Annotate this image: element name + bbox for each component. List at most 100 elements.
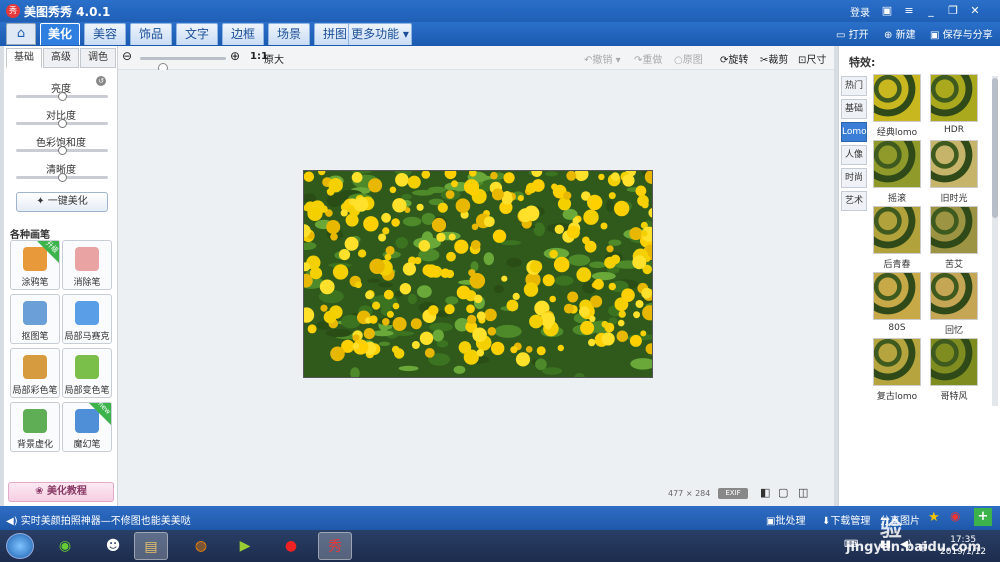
compare-icon[interactable]: ◧ xyxy=(760,486,770,499)
adjust-slider-handle[interactable] xyxy=(58,173,67,182)
adjust-slider-handle[interactable] xyxy=(58,92,67,101)
taskbar-qq-icon[interactable]: ☻ xyxy=(96,532,130,560)
brush-tool[interactable]: 局部变色笔 xyxy=(62,348,112,398)
brush-tool[interactable]: 抠图笔 xyxy=(10,294,60,344)
taskbar-app-360-icon[interactable]: ◉ xyxy=(48,532,82,560)
tab-frame[interactable]: 边框 xyxy=(222,23,264,45)
home-icon[interactable]: ⌂ xyxy=(6,23,36,45)
effect-item[interactable]: 80S xyxy=(873,272,921,336)
effect-item[interactable]: 经典lomo xyxy=(873,74,921,138)
tutorial-button[interactable]: ❀ 美化教程 xyxy=(8,482,114,502)
tab-text[interactable]: 文字 xyxy=(176,23,218,45)
original-button[interactable]: ○原图 xyxy=(674,51,703,66)
brush-tool[interactable]: 背景虚化 xyxy=(10,402,60,452)
fullscreen-icon[interactable]: ▢ xyxy=(778,486,788,499)
resize-label: 尺寸 xyxy=(806,55,827,66)
effect-item[interactable]: 哥特风 xyxy=(930,338,978,402)
skin-icon[interactable]: ▣ xyxy=(878,2,896,20)
effects-panel: 特效: 热门基础 Lomo 人像时尚艺术 经典lomo HDR 摇滚 旧时光 后青春 苦艾 80… xyxy=(838,46,1000,506)
promo-text: 实时美颜拍照神器—不修图也能美美哒 xyxy=(20,516,191,527)
split-view-icon[interactable]: ◫ xyxy=(798,486,808,499)
effect-category-tab[interactable]: 热门 xyxy=(841,76,867,96)
effect-item[interactable]: 回忆 xyxy=(930,272,978,336)
effect-label: 复古lomo xyxy=(876,392,918,402)
taskbar-recorder-icon[interactable]: ● xyxy=(274,532,308,560)
promo-message[interactable]: ◀) 实时美颜拍照神器—不修图也能美美哒 xyxy=(6,512,191,527)
zoom-in-icon[interactable]: ⊕ xyxy=(230,49,240,63)
watermark-site: jingyan.baidu.com xyxy=(846,540,982,555)
effect-thumbnail xyxy=(930,272,978,320)
paw-logo-icon: ✿ xyxy=(842,475,866,508)
effect-category-tab[interactable]: 艺术 xyxy=(841,191,867,211)
zoom-slider[interactable] xyxy=(140,57,226,73)
start-button[interactable] xyxy=(6,533,34,559)
effect-label: HDR xyxy=(944,125,964,135)
effect-label: 哥特风 xyxy=(940,392,968,402)
tab-basic[interactable]: 基础 xyxy=(6,48,42,68)
minimize-button[interactable]: _ xyxy=(922,2,940,20)
baidu-watermark: ✿ Baidu 经验 xyxy=(832,455,992,542)
tab-beauty[interactable]: 美容 xyxy=(84,23,126,45)
restore-button[interactable]: ❐ xyxy=(944,2,962,20)
effect-item[interactable]: 苦艾 xyxy=(930,206,978,270)
brush-tool[interactable]: 消除笔 xyxy=(62,240,112,290)
image-size: 477 × 284 xyxy=(668,489,710,498)
effect-item[interactable]: 后青春 xyxy=(873,206,921,270)
brush-tool[interactable]: 涂鸦笔 升级 xyxy=(10,239,60,290)
open-button[interactable]: ▭ 打开 xyxy=(836,26,869,41)
batch-button[interactable]: ▣批处理 xyxy=(766,512,805,527)
tab-more-label: 更多功能 xyxy=(351,27,400,41)
taskbar-video-icon[interactable]: ▶ xyxy=(228,532,262,560)
tab-color[interactable]: 调色 xyxy=(80,48,116,68)
effect-category-tab[interactable]: 时尚 xyxy=(841,168,867,188)
login-link[interactable]: 登录 xyxy=(850,4,870,19)
brush-tool[interactable]: 局部马赛克 xyxy=(62,294,112,344)
original-label: 原图 xyxy=(682,55,703,66)
canvas-toolbar: ⊖ ⊕ 1:1 原大 ↶撤销 ▾ ↷重做 ○原图 ⟳旋转 ✂裁剪 ⊡尺寸 xyxy=(118,46,834,73)
exif-badge[interactable]: EXIF xyxy=(718,488,748,499)
effect-item[interactable]: 旧时光 xyxy=(930,140,978,204)
crop-button[interactable]: ✂裁剪 xyxy=(760,51,788,66)
redo-button[interactable]: ↷重做 xyxy=(634,51,662,66)
tab-scene[interactable]: 场景 xyxy=(268,23,310,45)
effect-category-tab[interactable]: Lomo xyxy=(841,122,867,142)
effect-item[interactable]: 摇滚 xyxy=(873,140,921,204)
tab-advanced[interactable]: 高级 xyxy=(43,48,79,68)
adjust-slider-handle[interactable] xyxy=(58,119,67,128)
photo-canvas[interactable] xyxy=(303,170,653,378)
effect-item[interactable]: HDR xyxy=(930,74,978,138)
effect-category-tab[interactable]: 基础 xyxy=(841,99,867,119)
zoom-original-button[interactable]: 原大 xyxy=(264,51,284,66)
tab-beautify[interactable]: 美化 xyxy=(40,23,80,45)
chevron-down-icon: ▾ xyxy=(402,27,409,41)
effect-item[interactable]: 复古lomo xyxy=(873,338,921,402)
effects-title: 特效: xyxy=(849,56,876,69)
resize-button[interactable]: ⊡尺寸 xyxy=(798,51,826,66)
plus-icon: ⊕ xyxy=(884,30,893,41)
taskbar-firefox-icon[interactable]: ◍ xyxy=(184,532,218,560)
one-key-beautify-button[interactable]: ✦ 一键美化 xyxy=(16,192,108,212)
folder-icon: ▭ xyxy=(836,30,846,41)
brush-tool[interactable]: 局部彩色笔 xyxy=(10,348,60,398)
taskbar-explorer-icon[interactable]: ▤ xyxy=(134,532,168,560)
save-share-button[interactable]: ▣ 保存与分享 xyxy=(930,26,993,41)
menu-icon[interactable]: ≡ xyxy=(900,2,918,20)
image-height: 284 xyxy=(695,489,711,498)
taskbar-meitu-icon[interactable]: 秀 xyxy=(318,532,352,560)
adjust-slider-handle[interactable] xyxy=(58,146,67,155)
window-title: 美图秀秀 4.0.1 xyxy=(24,5,111,19)
zoom-out-icon[interactable]: ⊖ xyxy=(122,49,132,63)
effects-scroll-thumb[interactable] xyxy=(992,78,998,218)
tab-accessories[interactable]: 饰品 xyxy=(130,23,172,45)
undo-button[interactable]: ↶撤销 ▾ xyxy=(584,51,621,66)
brush-label: 局部变色笔 xyxy=(64,386,110,396)
brush-tool[interactable]: 魔幻笔 new xyxy=(62,400,112,452)
effects-scrollbar[interactable] xyxy=(992,76,998,406)
brush-label: 消除笔 xyxy=(73,278,101,288)
rotate-button[interactable]: ⟳旋转 xyxy=(720,51,748,66)
effect-category-tab[interactable]: 人像 xyxy=(841,145,867,165)
brush-label: 涂鸦笔 xyxy=(21,278,49,288)
tab-more[interactable]: 更多功能 ▾ xyxy=(348,23,412,45)
close-button[interactable]: ✕ xyxy=(966,2,984,20)
new-button[interactable]: ⊕ 新建 xyxy=(884,26,916,41)
